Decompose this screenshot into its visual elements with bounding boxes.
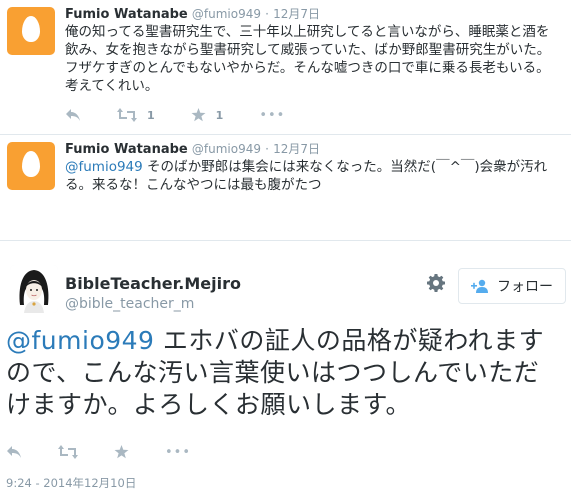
follow-button[interactable]: フォロー <box>458 268 566 304</box>
user-name[interactable]: Fumio Watanabe <box>65 7 188 22</box>
mention-link[interactable]: @fumio949 <box>6 326 154 355</box>
tweet-actions: ••• <box>6 443 227 461</box>
user-handle[interactable]: @fumio949 <box>192 142 261 156</box>
tweet-actions: 1 1 ••• <box>65 106 321 124</box>
egg-icon <box>22 151 40 177</box>
star-icon <box>114 445 129 459</box>
avatar[interactable] <box>7 142 55 190</box>
tweet-date[interactable]: 12月7日 <box>273 7 320 21</box>
mention-link[interactable]: @fumio949 <box>65 159 143 175</box>
separator-dot: · <box>265 7 269 21</box>
avatar[interactable] <box>7 7 55 55</box>
more-icon: ••• <box>259 107 286 123</box>
more-button[interactable]: ••• <box>165 445 191 460</box>
tweet-text: @fumio949 エホバの証人の品格が疑われますので、こんな汚い言葉使いはつつ… <box>6 325 562 421</box>
user-handle[interactable]: @fumio949 <box>192 7 261 21</box>
more-icon: ••• <box>165 444 192 460</box>
gear-icon <box>427 274 445 292</box>
user-handle[interactable]: @bible_teacher_m <box>65 296 194 312</box>
retweet-button[interactable] <box>58 445 78 459</box>
retweet-button[interactable]: 1 <box>117 108 155 122</box>
tweet-date[interactable]: 12月7日 <box>273 142 320 156</box>
retweet-count: 1 <box>147 108 155 122</box>
tweet-text: 俺の知ってる聖書研究生で、三十年以上研究してると言いながら、睡眠薬と酒を飲み、女… <box>65 24 551 94</box>
reply-button[interactable] <box>6 445 22 459</box>
tweet-timestamp[interactable]: 9:24 - 2014年12月10日 <box>6 475 136 491</box>
star-icon <box>191 108 206 122</box>
tweet-header: Fumio Watanabe @fumio949 · 12月7日 <box>65 141 320 158</box>
tweet-header: Fumio Watanabe @fumio949 · 12月7日 <box>65 6 320 23</box>
retweet-icon <box>58 445 78 459</box>
tweet-item[interactable]: Fumio Watanabe @fumio949 · 12月7日 @fumio9… <box>0 135 571 240</box>
follow-label: フォロー <box>497 279 553 295</box>
more-button[interactable]: ••• <box>259 108 285 123</box>
main-tweet: BibleTeacher.Mejiro @bible_teacher_m フォロ… <box>0 240 571 498</box>
profile-illustration-icon <box>10 265 58 313</box>
user-name[interactable]: BibleTeacher.Mejiro <box>65 274 241 293</box>
follow-user-icon <box>471 279 488 293</box>
user-name[interactable]: Fumio Watanabe <box>65 142 188 157</box>
reply-button[interactable] <box>65 108 81 122</box>
favorite-button[interactable]: 1 <box>191 108 224 122</box>
favorite-count: 1 <box>215 108 224 122</box>
egg-icon <box>22 16 40 42</box>
reply-icon <box>7 446 21 458</box>
separator-dot: · <box>265 142 269 156</box>
tweet-item[interactable]: Fumio Watanabe @fumio949 · 12月7日 俺の知ってる聖… <box>0 0 571 135</box>
favorite-button[interactable] <box>114 445 129 459</box>
avatar[interactable] <box>10 265 58 313</box>
retweet-icon <box>117 108 137 122</box>
settings-button[interactable] <box>427 274 445 296</box>
tweet-text: @fumio949 そのばか野郎は集会には来なくなった。当然だ(￣^￣)会衆が汚… <box>65 158 559 194</box>
reply-icon <box>66 109 80 121</box>
